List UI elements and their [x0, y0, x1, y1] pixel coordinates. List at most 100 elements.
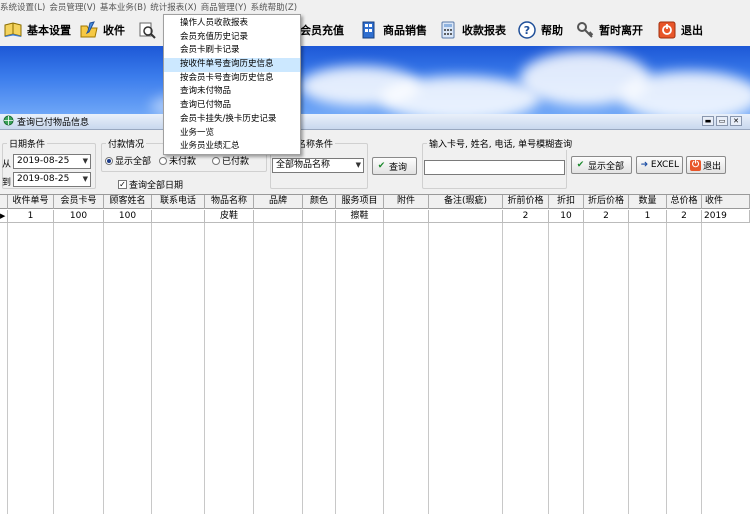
column-header[interactable]: 物品名称 [205, 195, 254, 209]
menu-item-salesperson-performance[interactable]: 业务员业绩汇总 [164, 140, 300, 154]
radio-show-all-label: 显示全部 [115, 157, 152, 167]
child-window-titlebar: 查询已付物品信息 ▬ ▭ ✕ [0, 114, 750, 130]
payment-report-button[interactable]: 收款报表 [437, 16, 506, 44]
payment-group-label: 付款情况 [106, 137, 147, 150]
close-window-button[interactable]: ✕ [730, 116, 742, 126]
column-header[interactable]: 总价格 [667, 195, 702, 209]
column-header[interactable]: 顾客姓名 [104, 195, 152, 209]
column-header[interactable]: 收件 [702, 195, 750, 209]
table-cell[interactable]: 2 [503, 210, 549, 223]
chevron-down-icon: ▼ [82, 175, 88, 183]
window-globe-icon [3, 115, 14, 129]
menu-item-operator-payment-report[interactable]: 操作人员收款报表 [164, 17, 300, 31]
menu-member-management[interactable]: 会员管理(V) [49, 1, 99, 13]
exit-query-button[interactable]: ⏻ 退出 [686, 156, 726, 174]
building-icon [358, 19, 380, 41]
results-table: 收件单号 会员卡号 顾客姓名 联系电话 物品名称 品牌 颜色 服务项目 附件 备… [0, 194, 750, 514]
menu-basic-business[interactable]: 基本业务(B) [100, 1, 150, 13]
member-recharge-button[interactable]: 会员充值 [300, 16, 344, 44]
radio-unpaid[interactable]: 未付款 [159, 154, 196, 167]
show-all-button[interactable]: ✔ 显示全部 [571, 156, 632, 174]
receive-label: 收件 [103, 24, 125, 37]
search-group-label: 输入卡号, 姓名, 电话, 单号模糊查询 [427, 137, 575, 150]
column-header[interactable]: 服务项目 [336, 195, 384, 209]
exit-icon [656, 19, 678, 41]
menu-statistics-reports[interactable]: 统计报表(X) [150, 1, 200, 13]
table-cell[interactable]: 2 [584, 210, 629, 223]
table-cell[interactable]: 1 [629, 210, 667, 223]
svg-text:?: ? [524, 24, 530, 37]
table-cell[interactable]: 10 [549, 210, 584, 223]
column-header[interactable]: 折前价格 [503, 195, 549, 209]
from-label: 从 [2, 160, 12, 170]
goods-sales-button[interactable]: 商品销售 [358, 16, 427, 44]
menu-goods-management[interactable]: 商品管理(Y) [201, 1, 251, 13]
to-date-picker[interactable]: 2019-08-25 ▼ [13, 172, 91, 187]
filter-panel: 日期条件 从 2019-08-25 ▼ 到 2019-08-25 ▼ 付款情况 … [0, 130, 750, 193]
menu-item-query-unpaid-items[interactable]: 查询未付物品 [164, 85, 300, 99]
radio-paid[interactable]: 已付款 [212, 154, 249, 167]
restore-button[interactable]: ▭ [716, 116, 728, 126]
table-cell[interactable]: 擦鞋 [336, 210, 384, 223]
current-row-indicator-icon: ▶ [0, 210, 8, 223]
excel-export-button[interactable]: ➜ EXCEL [636, 156, 683, 174]
minimize-button[interactable]: ▬ [702, 116, 714, 126]
query-all-dates-checkbox[interactable]: ✓ 查询全部日期 [118, 178, 183, 191]
app-window: 系统设置(L) 会员管理(V) 基本业务(B) 统计报表(X) 商品管理(Y) … [0, 0, 750, 514]
column-header[interactable]: 会员卡号 [54, 195, 104, 209]
item-group-label: 名称条件 [295, 137, 336, 150]
menu-item-query-by-member-card[interactable]: 按会员卡号查询历史信息 [164, 72, 300, 86]
menu-system-help[interactable]: 系统帮助(Z) [251, 1, 301, 13]
column-header[interactable]: 附件 [384, 195, 429, 209]
exit-label: 退出 [681, 24, 703, 37]
table-cell[interactable] [152, 210, 205, 223]
query-button[interactable]: ✔ 查询 [372, 157, 417, 175]
search-toolbar-button[interactable] [136, 16, 158, 44]
table-cell[interactable]: 1 [8, 210, 54, 223]
table-cell[interactable] [429, 210, 503, 223]
item-name-select[interactable]: 全部物品名称 ▼ [272, 158, 364, 173]
radio-selected-icon [105, 156, 113, 165]
fuzzy-search-input[interactable] [424, 160, 565, 175]
menu-item-card-loss-replacement-history[interactable]: 会员卡挂失/换卡历史记录 [164, 113, 300, 127]
radio-paid-label: 已付款 [222, 157, 250, 167]
menu-item-business-overview[interactable]: 业务一览 [164, 127, 300, 141]
table-cell[interactable] [303, 210, 336, 223]
query-all-dates-label: 查询全部日期 [129, 181, 184, 191]
exit-icon: ⏻ [690, 159, 701, 171]
from-date-picker[interactable]: 2019-08-25 ▼ [13, 154, 91, 169]
column-header[interactable]: 联系电话 [152, 195, 205, 209]
menu-item-member-recharge-history[interactable]: 会员充值历史记录 [164, 31, 300, 45]
table-cell[interactable] [254, 210, 303, 223]
column-header[interactable]: 折后价格 [584, 195, 629, 209]
key-icon [574, 19, 596, 41]
menu-bar: 系统设置(L) 会员管理(V) 基本业务(B) 统计报表(X) 商品管理(Y) … [0, 0, 750, 14]
help-button[interactable]: ? 帮助 [516, 16, 563, 44]
exit-button[interactable]: 退出 [656, 16, 703, 44]
basic-settings-label: 基本设置 [27, 24, 71, 37]
menu-item-query-by-receipt-number[interactable]: 按收件单号查询历史信息 [164, 58, 300, 72]
table-cell[interactable]: 100 [54, 210, 104, 223]
column-header[interactable]: 折扣 [549, 195, 584, 209]
table-cell[interactable] [384, 210, 429, 223]
menu-item-member-card-swipe-record[interactable]: 会员卡刷卡记录 [164, 44, 300, 58]
column-header[interactable]: 颜色 [303, 195, 336, 209]
table-row[interactable]: ▶ 1 100 100 皮鞋 擦鞋 2 10 2 1 2 2019 [0, 210, 750, 223]
column-header[interactable]: 数量 [629, 195, 667, 209]
menu-system-settings[interactable]: 系统设置(L) [0, 1, 49, 13]
column-header[interactable]: 品牌 [254, 195, 303, 209]
temporary-leave-button[interactable]: 暂时离开 [574, 16, 643, 44]
receive-button[interactable]: 收件 [78, 16, 125, 44]
arrow-right-icon: ➜ [640, 160, 649, 170]
table-cell[interactable]: 2019 [702, 210, 750, 223]
table-header: 收件单号 会员卡号 顾客姓名 联系电话 物品名称 品牌 颜色 服务项目 附件 备… [0, 195, 750, 209]
column-header[interactable]: 收件单号 [8, 195, 54, 209]
table-cell[interactable]: 2 [667, 210, 702, 223]
item-name-select-value: 全部物品名称 [276, 160, 331, 170]
table-cell[interactable]: 100 [104, 210, 152, 223]
column-header[interactable]: 备注(瑕疵) [429, 195, 503, 209]
menu-item-query-paid-items[interactable]: 查询已付物品 [164, 99, 300, 113]
basic-settings-button[interactable]: 基本设置 [2, 16, 71, 44]
radio-show-all[interactable]: 显示全部 [105, 154, 151, 167]
table-cell[interactable]: 皮鞋 [205, 210, 254, 223]
